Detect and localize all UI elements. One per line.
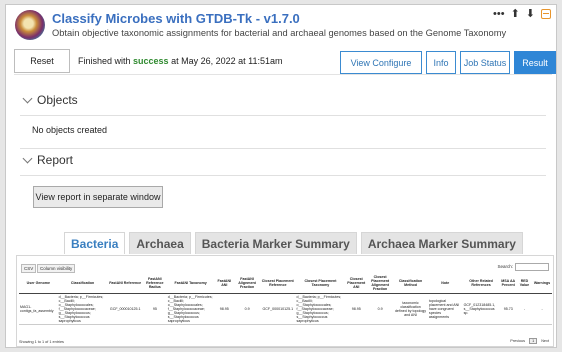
pagination: Previous 1 Next [510,338,549,344]
col-header[interactable]: FastANI Taxonomy [166,274,215,294]
table-info: Showing 1 to 1 of 1 entries [19,340,64,344]
status-prefix: Finished with [78,56,134,66]
cell-closest-reference: GCF_000010125.1 [260,293,296,326]
app-title: Classify Microbes with GTDB-Tk - v1.7.0 [52,11,300,26]
divider [20,148,546,149]
col-header[interactable]: User Genome [19,274,58,294]
col-header[interactable]: FastANI Reference [107,274,143,294]
col-header[interactable]: RED Value [516,274,533,294]
cell-controls: ••• ⬆ ⬇ [493,7,551,20]
report-tabs: Bacteria Archaea Bacteria Marker Summary… [64,232,523,254]
status-suffix: at May 26, 2022 at 11:51am [168,56,283,66]
cell-red-value: - [516,293,533,326]
cell-warnings: - [532,293,552,326]
tab-view-configure[interactable]: View Configure [340,51,422,74]
cell-note: topological placement and ANI have congr… [427,293,463,326]
no-objects-text: No objects created [32,125,108,135]
report-table-panel: CSV Column visibility Search: User Genom… [16,255,554,347]
col-header[interactable]: Warnings [532,274,552,294]
table-row: MAG1-contigs_fa_assembly d__Bacteria; p_… [19,293,552,326]
collapse-icon[interactable] [541,8,551,19]
status-success: success [133,56,169,66]
col-header[interactable]: Closest Placement ANI [345,274,368,294]
pagination-page[interactable]: 1 [529,338,538,344]
app-window: Classify Microbes with GTDB-Tk - v1.7.0 … [5,4,557,348]
cell-classification: d__Bacteria; p__Firmicutes; c__Bacilli; … [57,293,108,326]
report-section-toggle[interactable]: Report [22,153,74,167]
cell-classification-method: taxonomic classification defined by topo… [393,293,428,326]
cell-fastani-reference: GCF_000010125.1 [107,293,143,326]
col-header[interactable]: Closest Placement Alignment Fraction [367,274,394,294]
col-header[interactable]: Closest Placement Taxonomy [295,274,346,294]
divider [20,175,546,176]
tab-result[interactable]: Result [514,51,556,74]
cell-closest-ani: 98.95 [345,293,368,326]
move-up-icon[interactable]: ⬆ [511,7,520,20]
app-header: Classify Microbes with GTDB-Tk - v1.7.0 … [6,5,556,49]
cell-closest-taxonomy: d__Bacteria; p__Firmicutes; c__Bacilli; … [295,293,346,326]
tab-archaea-marker-summary[interactable]: Archaea Marker Summary [360,232,523,254]
tab-bacteria[interactable]: Bacteria [64,232,126,254]
column-visibility-button[interactable]: Column visibility [37,264,76,273]
app-subtitle: Obtain objective taxonomic assignments f… [52,28,507,38]
search-input[interactable] [515,263,549,271]
col-header[interactable]: FastANI Alignment Fraction [234,274,261,294]
csv-button[interactable]: CSV [21,264,37,273]
table-header-row: User Genome Classification FastANI Refer… [19,274,552,294]
more-options-icon[interactable]: ••• [493,8,505,20]
tab-bacteria-marker-summary[interactable]: Bacteria Marker Summary [194,232,357,254]
cell-fastani-ani: 98.95 [214,293,235,326]
tab-info[interactable]: Info [426,51,456,74]
chevron-down-icon [22,153,33,163]
objects-heading: Objects [37,93,78,107]
pagination-previous[interactable]: Previous [510,339,525,343]
chevron-down-icon [22,93,33,103]
col-header[interactable]: FastANI Reference Radius [142,274,167,294]
cell-other-references: GCF_012318485.1, s__Staphylococcus sp. [462,293,500,326]
cell-fastani-radius: 95 [142,293,167,326]
col-header[interactable]: MSA AA Percent [499,274,517,294]
report-heading: Report [37,153,74,167]
view-report-button[interactable]: View report in separate window [33,186,163,208]
col-header[interactable]: Note [427,274,463,294]
col-header[interactable]: Other Related References [462,274,500,294]
col-header[interactable]: Classification [57,274,108,294]
divider [20,115,546,116]
col-header[interactable]: FastANI ANI [214,274,235,294]
cell-closest-af: 0.9 [367,293,394,326]
bacteria-table: User Genome Classification FastANI Refer… [19,274,552,326]
col-header[interactable]: Classification Method [393,274,428,294]
pagination-next[interactable]: Next [541,339,549,343]
cell-user-genome: MAG1-contigs_fa_assembly [19,293,58,326]
search-label: Search: [497,264,513,269]
job-status-text: Finished with success at May 26, 2022 at… [78,56,282,66]
cell-fastani-taxonomy: d__Bacteria; p__Firmicutes; c__Bacilli; … [166,293,215,326]
tab-archaea[interactable]: Archaea [129,232,191,254]
toolbar: Reset Finished with success at May 26, 2… [14,49,556,75]
objects-section-toggle[interactable]: Objects [22,93,78,107]
gtdb-logo-icon [15,10,45,40]
move-down-icon[interactable]: ⬇ [526,7,535,20]
cell-fastani-af: 0.9 [234,293,261,326]
cell-msa-percent: 95.73 [499,293,517,326]
col-header[interactable]: Closest Placement Reference [260,274,296,294]
tab-job-status[interactable]: Job Status [460,51,510,74]
reset-button[interactable]: Reset [14,49,70,73]
